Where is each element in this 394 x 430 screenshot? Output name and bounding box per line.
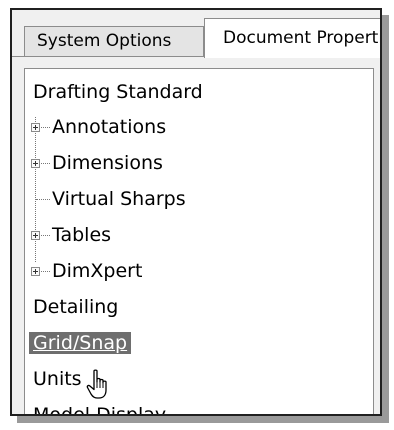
tree-item-tables[interactable]: Tables [52,222,111,248]
tree-connector-line [41,235,50,236]
tree-connector-line [41,163,50,164]
tree-item-dimxpert[interactable]: DimXpert [52,258,142,284]
expand-plus-icon[interactable] [31,231,40,240]
tree-item-detailing[interactable]: Detailing [33,294,118,320]
tab-system-options-label: System Options [37,31,172,51]
expand-plus-icon[interactable] [31,267,40,276]
document-properties-dialog: System Options Document Properties Draft… [10,8,382,416]
tree-connector-line [41,127,50,128]
tree-connector-line [41,271,50,272]
tab-document-properties[interactable]: Document Properties [204,18,380,58]
tree-item-label: Dimensions [52,152,163,174]
tree-item-label: Model Display [33,404,167,416]
tree-item-units[interactable]: Units [33,366,82,392]
tree-item-annotations[interactable]: Annotations [52,114,166,140]
tree-item-label: Detailing [33,296,119,318]
tab-document-properties-label: Document Properties [223,28,380,48]
tree-item-drafting-standard[interactable]: Drafting Standard [33,79,203,105]
tab-system-options[interactable]: System Options [24,26,204,56]
hand-pointer-icon [86,369,107,399]
tree-connector-line [35,117,36,262]
tree-item-label: Virtual Sharps [52,188,186,210]
tree-item-virtual-sharps[interactable]: Virtual Sharps [52,186,186,212]
tree-connector-line [36,199,50,200]
expand-plus-icon[interactable] [31,159,40,168]
expand-plus-icon[interactable] [31,123,40,132]
tree-item-label: Tables [52,224,112,246]
tree-item-model-display[interactable]: Model Display [33,402,167,416]
tree-item-label: Annotations [52,116,167,138]
tree-item-label: DimXpert [52,260,143,282]
tree-item-label: Drafting Standard [33,81,203,103]
options-tree[interactable]: Drafting Standard Annotations Dimensions… [24,68,374,416]
tree-item-label: Units [33,368,82,390]
tree-item-grid-snap[interactable]: Grid/Snap [29,330,132,356]
tree-item-label: Grid/Snap [29,332,132,354]
tree-item-dimensions[interactable]: Dimensions [52,150,163,176]
